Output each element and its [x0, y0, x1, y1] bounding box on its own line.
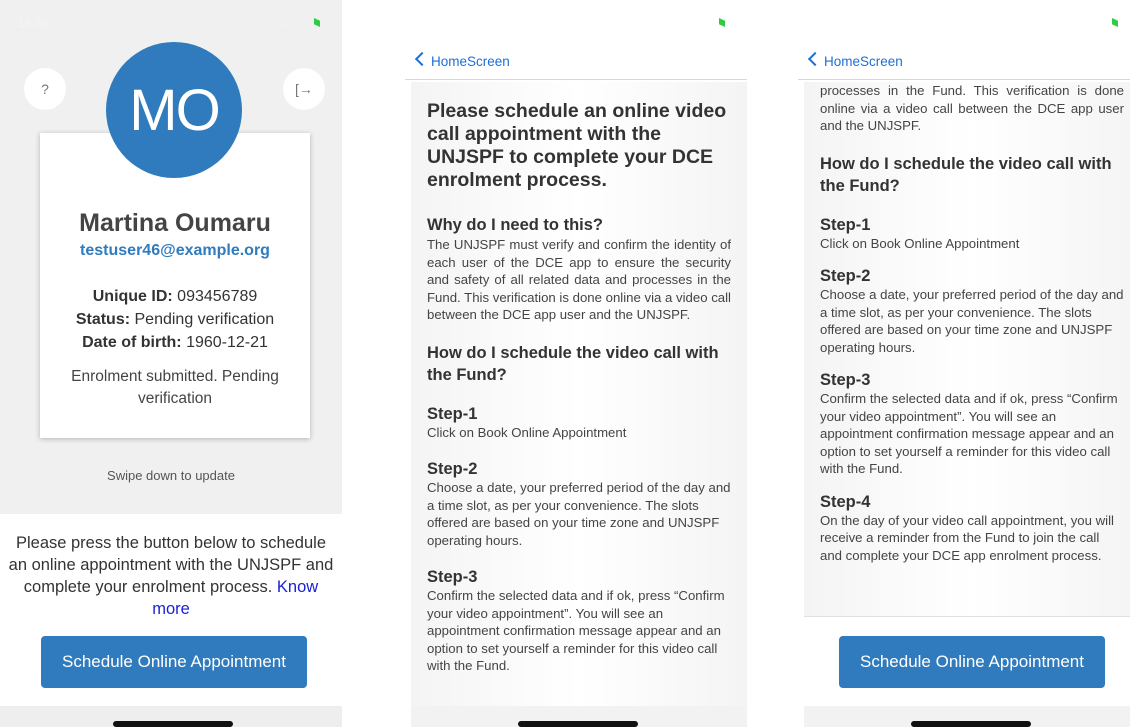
step3-title: Step-3 [427, 568, 478, 586]
step2-text: Choose a date, your preferred period of … [427, 480, 731, 548]
schedule-instruction: Please press the button below to schedul… [0, 532, 342, 620]
back-label: HomeScreen [431, 54, 510, 69]
nav-bar: HomeScreen [405, 50, 747, 80]
enrolment-status: Enrolment submitted. Pending verificatio… [71, 368, 279, 407]
status-row: Status: Pending verification [40, 311, 310, 329]
status-bar [798, 0, 1130, 46]
step1-text: Click on Book Online Appointment [820, 235, 1020, 251]
step2-text: Choose a date, your preferred period of … [820, 287, 1124, 355]
nav-bar: HomeScreen [798, 50, 1130, 80]
info-content[interactable]: processes in the Fund. This verification… [804, 82, 1130, 616]
profile-card: Martina Oumaru testuser46@example.org Un… [40, 133, 310, 438]
status-bar: 19:36 ◁ •ıl ≈ [0, 0, 342, 46]
help-button[interactable]: ? [24, 68, 66, 110]
home-indicator[interactable] [113, 721, 233, 727]
step1-text: Click on Book Online Appointment [427, 424, 627, 440]
battery-icon [1112, 18, 1118, 27]
profile-screen: 19:36 ◁ •ıl ≈ ? [→ MO Martina Oumaru tes… [0, 0, 342, 727]
user-name: Martina Oumaru [79, 209, 271, 237]
dob-row: Date of birth: 1960-12-21 [40, 334, 310, 352]
how-title: How do I schedule the video call with th… [820, 154, 1112, 195]
step1-title: Step-1 [820, 215, 871, 234]
unique-id-row: Unique ID: 093456789 [40, 288, 310, 306]
step2-title: Step-2 [427, 460, 478, 478]
question-icon: ? [41, 81, 49, 97]
step3-text: Confirm the selected data and if ok, pre… [820, 391, 1118, 476]
battery-icon [719, 18, 725, 27]
schedule-appointment-button[interactable]: Schedule Online Appointment [839, 636, 1105, 688]
signal-icon: •ıl ≈ [280, 20, 304, 29]
why-title: Why do I need to this? [427, 216, 603, 234]
chevron-left-icon [807, 51, 823, 67]
schedule-appointment-button[interactable]: Schedule Online Appointment [41, 636, 307, 688]
logout-button[interactable]: [→ [283, 68, 325, 110]
step1-title: Step-1 [427, 404, 478, 423]
swipe-hint: Swipe down to update [107, 468, 235, 483]
why-text: The UNJSPF must verify and confirm the i… [427, 237, 731, 322]
back-label: HomeScreen [824, 54, 903, 69]
avatar: MO [106, 42, 242, 178]
home-indicator[interactable] [911, 721, 1031, 727]
user-email: testuser46@example.org [80, 242, 270, 259]
how-title: How do I schedule the video call with th… [427, 343, 719, 384]
info-screen-top: HomeScreen Please schedule an online vid… [405, 0, 747, 727]
battery-icon [314, 18, 320, 27]
intro-text: processes in the Fund. This verification… [820, 83, 1124, 133]
status-label: Status: [75, 311, 131, 328]
info-screen-scrolled: HomeScreen processes in the Fund. This v… [798, 0, 1130, 727]
info-heading: Please schedule an online video call app… [427, 100, 727, 191]
unique-id-label: Unique ID: [92, 288, 173, 305]
step4-title: Step-4 [820, 492, 871, 511]
step2-title: Step-2 [820, 267, 871, 285]
home-indicator[interactable] [518, 721, 638, 727]
unique-id-value: 093456789 [172, 288, 258, 305]
step4-text: On the day of your video call appointmen… [820, 512, 1114, 563]
chevron-left-icon [414, 51, 430, 67]
step3-title: Step-3 [820, 371, 871, 389]
status-time: 19:36 ◁ [18, 16, 61, 30]
status-bar [405, 0, 747, 46]
logout-icon: [→ [295, 81, 313, 97]
dob-label: Date of birth: [82, 334, 182, 351]
step3-text: Confirm the selected data and if ok, pre… [427, 588, 725, 673]
info-content[interactable]: Please schedule an online video call app… [411, 82, 747, 707]
status-value: Pending verification [130, 311, 275, 328]
dob-value: 1960-12-21 [181, 334, 268, 351]
